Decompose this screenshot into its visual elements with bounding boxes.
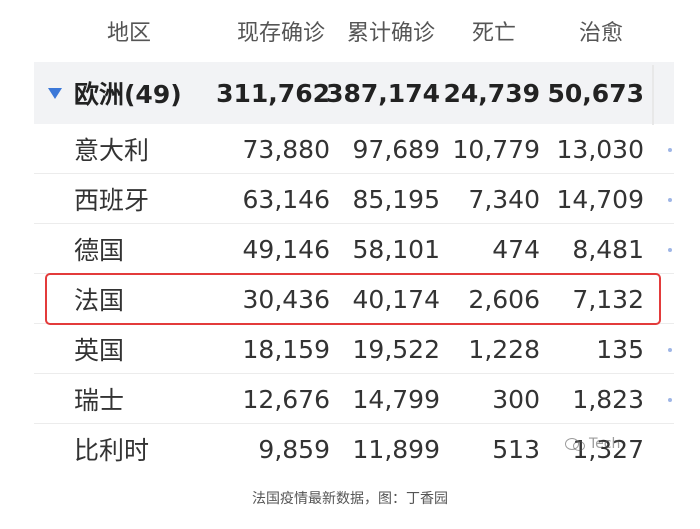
country-name: 比利时 <box>74 436 150 465</box>
deaths-cell: 1,228 <box>468 334 540 364</box>
stats-table: 地区 现存确诊 累计确诊 死亡 治愈 欧洲(49) 311,762 387,17… <box>34 0 674 474</box>
table-row[interactable]: 西班牙 63,146 85,195 7,340 14,709 <box>34 174 674 224</box>
active-cell: 49,146 <box>242 234 330 264</box>
region-confirmed: 387,174 <box>326 78 440 108</box>
table-row[interactable]: 意大利 73,880 97,689 10,779 13,030 <box>34 124 674 174</box>
confirmed-cell: 97,689 <box>352 134 440 164</box>
deaths-cell: 10,779 <box>452 134 540 164</box>
active-cell: 73,880 <box>242 134 330 164</box>
header-recovered[interactable]: 治愈 <box>566 0 636 62</box>
watermark-text: Tech <box>589 436 621 452</box>
header-confirmed[interactable]: 累计确诊 <box>338 0 444 62</box>
highlight-box <box>45 273 661 325</box>
confirmed-cell: 11,899 <box>352 434 440 464</box>
confirmed-cell: 58,101 <box>352 234 440 264</box>
region-row-europe[interactable]: 欧洲(49) 311,762 387,174 24,739 50,673 <box>34 62 674 124</box>
header-region[interactable]: 地区 <box>74 0 184 62</box>
active-cell: 9,859 <box>258 434 330 464</box>
header-deaths[interactable]: 死亡 <box>464 0 524 62</box>
deaths-cell: 7,340 <box>468 184 540 214</box>
confirmed-cell: 85,195 <box>352 184 440 214</box>
region-deaths: 24,739 <box>443 78 540 108</box>
recovered-cell: 13,030 <box>556 134 644 164</box>
recovered-cell: 14,709 <box>556 184 644 214</box>
active-cell: 12,676 <box>242 384 330 414</box>
recovered-cell: 135 <box>596 334 644 364</box>
deaths-cell: 513 <box>492 434 540 464</box>
side-marker <box>668 348 672 352</box>
table-row[interactable]: 德国 49,146 58,101 474 8,481 <box>34 224 674 274</box>
recovered-cell: 8,481 <box>572 234 644 264</box>
country-name: 西班牙 <box>74 186 150 215</box>
side-marker <box>668 148 672 152</box>
side-marker <box>668 248 672 252</box>
region-active: 311,762 <box>216 78 330 108</box>
table-row[interactable]: 瑞士 12,676 14,799 300 1,823 <box>34 374 674 424</box>
country-name: 瑞士 <box>74 386 125 415</box>
active-cell: 18,159 <box>242 334 330 364</box>
scroll-edge <box>652 65 654 125</box>
collapse-triangle-icon[interactable] <box>48 88 62 99</box>
country-name: 英国 <box>74 336 125 365</box>
country-name: 德国 <box>74 236 125 265</box>
recovered-cell: 1,823 <box>572 384 644 414</box>
table-row[interactable]: 英国 18,159 19,522 1,228 135 <box>34 324 674 374</box>
deaths-cell: 300 <box>492 384 540 414</box>
side-marker <box>668 398 672 402</box>
wechat-icon <box>565 437 585 451</box>
deaths-cell: 474 <box>492 234 540 264</box>
confirmed-cell: 19,522 <box>352 334 440 364</box>
confirmed-cell: 14,799 <box>352 384 440 414</box>
side-marker <box>668 198 672 202</box>
table-header: 地区 现存确诊 累计确诊 死亡 治愈 <box>34 0 674 62</box>
country-name: 意大利 <box>74 136 150 165</box>
watermark: Tech <box>565 436 620 452</box>
header-active[interactable]: 现存确诊 <box>228 0 334 62</box>
active-cell: 63,146 <box>242 184 330 214</box>
region-recovered: 50,673 <box>547 78 644 108</box>
image-caption: 法国疫情最新数据，图：丁香园 <box>252 491 448 507</box>
